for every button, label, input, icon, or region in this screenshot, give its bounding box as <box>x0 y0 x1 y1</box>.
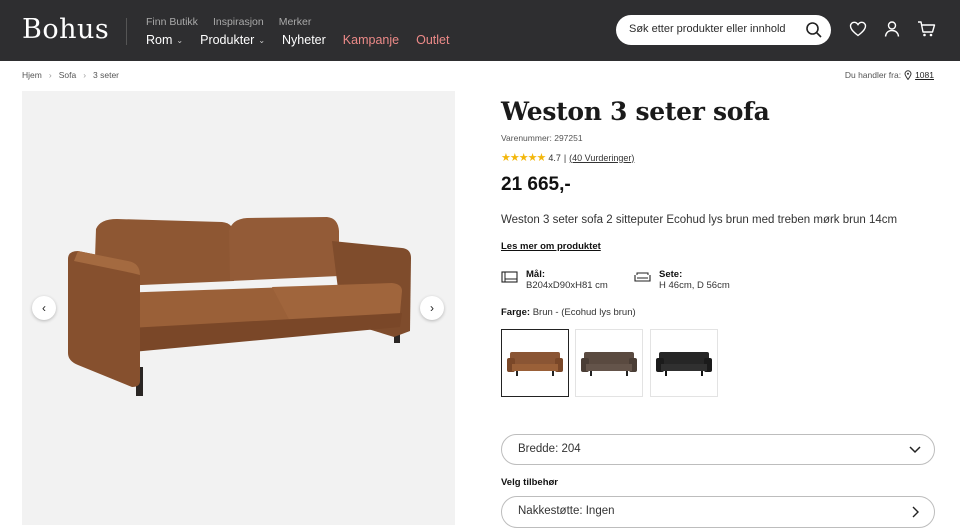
chevron-down-icon: ⌄ <box>176 35 184 45</box>
nav-item-rooms[interactable]: Rom ⌄ <box>146 33 183 47</box>
site-header: Bohus Finn Butikk Inspirasjon Merker Rom… <box>0 0 960 61</box>
read-more-link[interactable]: Les mer om produktet <box>501 241 601 252</box>
color-swatch-black[interactable] <box>650 329 718 397</box>
product-description: Weston 3 seter sofa 2 sitteputer Ecohud … <box>501 214 898 226</box>
chevron-right-icon <box>912 506 919 518</box>
reviews-link[interactable]: (40 Vurderinger) <box>569 153 634 163</box>
chevron-left-icon: ‹ <box>42 301 46 315</box>
nav-item-label: Outlet <box>416 33 450 47</box>
accessory-select[interactable]: Nakkestøtte: Ingen <box>501 496 935 528</box>
star-rating-icon: ★★★★★ <box>501 152 546 164</box>
nav-item-campaign[interactable]: Kampanje <box>343 33 399 47</box>
location-postcode[interactable]: 1081 <box>915 70 934 80</box>
product-price: 21 665,- <box>501 174 571 195</box>
nav-item-label: Nyheter <box>282 33 326 47</box>
chevron-down-icon <box>909 446 921 454</box>
product-sku: Varenummer: 297251 <box>501 133 583 143</box>
util-link-store[interactable]: Finn Butikk <box>146 16 198 28</box>
color-value: Brun - (Ecohud lys brun) <box>532 307 636 318</box>
user-icon[interactable] <box>883 20 901 38</box>
location-pin-icon <box>904 70 912 80</box>
search-placeholder: Søk etter produkter eller innhold ... <box>629 23 789 35</box>
nav-item-news[interactable]: Nyheter <box>282 33 326 47</box>
store-location: Du handler fra: 1081 <box>845 70 934 80</box>
product-image <box>68 217 411 396</box>
breadcrumb-current: 3 seter <box>93 70 120 80</box>
search-input[interactable]: Søk etter produkter eller innhold ... <box>616 15 831 45</box>
nav-item-label: Produkter <box>200 33 255 47</box>
breadcrumb-sofa[interactable]: Sofa <box>59 70 77 80</box>
sofa-dimension-icon <box>501 271 518 283</box>
width-select-value: Bredde: 204 <box>518 443 581 455</box>
swatch-image <box>581 352 637 376</box>
color-swatch-brown[interactable] <box>501 329 569 397</box>
logo[interactable]: Bohus <box>22 14 109 45</box>
location-label: Du handler fra: <box>844 70 902 80</box>
spec-dimensions: Mål: B204xD90xH81 cm <box>501 269 608 291</box>
product-image-gallery: ‹ › <box>22 91 455 525</box>
spec-seat: Sete: H 46cm, D 56cm <box>634 269 730 291</box>
search-icon[interactable] <box>805 21 823 39</box>
main-nav: Rom ⌄ Produkter ⌄ Nyheter Kampanje Outlet <box>146 33 449 47</box>
swatch-image <box>507 352 563 376</box>
utility-links: Finn Butikk Inspirasjon Merker <box>146 16 311 28</box>
chevron-down-icon: ⌄ <box>258 35 266 45</box>
breadcrumb-home[interactable]: Hjem <box>22 70 42 80</box>
chevron-right-icon: › <box>83 70 87 80</box>
spec-value: H 46cm, D 56cm <box>659 280 730 291</box>
color-label: Farge: <box>501 307 531 318</box>
chevron-right-icon: › <box>430 301 434 315</box>
chevron-right-icon: › <box>48 70 52 80</box>
heart-icon[interactable] <box>849 20 867 38</box>
width-select[interactable]: Bredde: 204 <box>501 434 935 465</box>
cart-icon[interactable] <box>917 20 936 38</box>
breadcrumb: Hjem › Sofa › 3 seter <box>22 70 119 80</box>
color-swatch-dark-brown[interactable] <box>575 329 643 397</box>
accessory-label: Velg tilbehør <box>501 477 559 488</box>
util-link-inspiration[interactable]: Inspirasjon <box>213 16 264 28</box>
seat-icon <box>634 272 651 282</box>
rating-score: 4.7 <box>548 152 561 163</box>
spec-value: B204xD90xH81 cm <box>526 280 608 291</box>
swatch-image <box>656 352 712 376</box>
product-rating: ★★★★★ 4.7 | (40 Vurderinger) <box>501 151 634 164</box>
nav-item-label: Rom <box>146 33 173 47</box>
header-divider <box>126 18 127 45</box>
rating-separator: | <box>563 152 567 163</box>
gallery-prev-button[interactable]: ‹ <box>32 296 56 320</box>
spec-label: Sete: <box>659 269 683 280</box>
spec-label: Mål: <box>526 269 545 280</box>
product-title: Weston 3 seter sofa <box>501 97 770 126</box>
color-info: Farge: Brun - (Ecohud lys brun) <box>501 307 636 318</box>
nav-item-label: Kampanje <box>342 33 400 47</box>
gallery-next-button[interactable]: › <box>420 296 444 320</box>
nav-item-products[interactable]: Produkter ⌄ <box>200 33 265 47</box>
util-link-brands[interactable]: Merker <box>279 16 312 28</box>
accessory-select-value: Nakkestøtte: Ingen <box>518 505 615 517</box>
nav-item-outlet[interactable]: Outlet <box>416 33 449 47</box>
